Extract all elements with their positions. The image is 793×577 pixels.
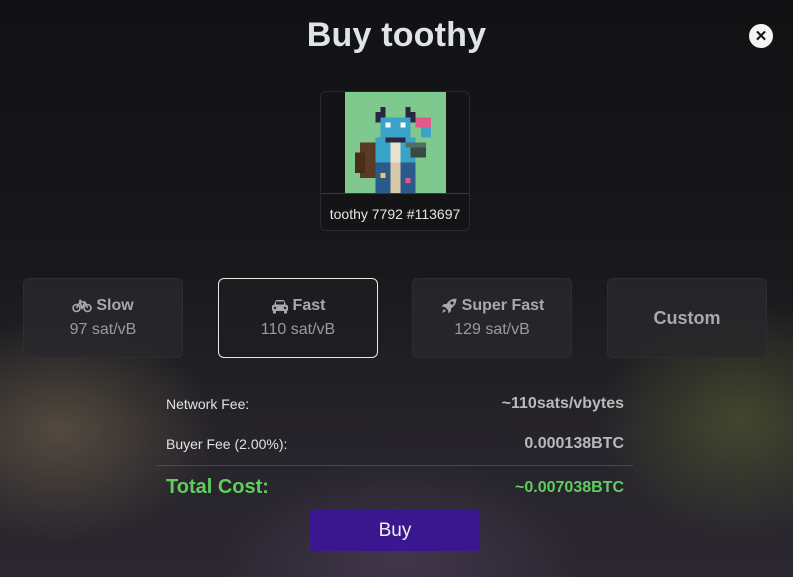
fee-option-rate: 97 sat/vB [69,321,137,338]
car-icon [271,299,289,314]
network-fee-value: ~110sats/vbytes [501,395,624,412]
fee-option-label: Fast [292,297,326,314]
bicycle-icon [72,299,93,313]
buyer-fee-row: Buyer Fee (2.00%): 0.000138BTC [166,435,624,453]
buy-button[interactable]: Buy [310,510,480,551]
fee-option-label: Slow [96,297,134,314]
fee-option-label: Custom [653,307,721,328]
fee-option-rate: 129 sat/vB [454,321,530,338]
fee-option-custom[interactable]: Custom [607,278,767,358]
pixel-art-toothy-image [345,92,446,193]
buyer-fee-value: 0.000138BTC [524,435,624,452]
close-icon: ✕ [754,27,768,45]
nft-divider [321,193,469,194]
nft-card: toothy 7792 #113697 [320,91,470,231]
fee-option-slow[interactable]: Slow 97 sat/vB [23,278,183,358]
total-cost-label: Total Cost: [166,476,269,498]
fee-option-fast[interactable]: Fast 110 sat/vB [218,278,378,358]
fee-option-label: Super Fast [461,297,545,314]
buyer-fee-label: Buyer Fee (2.00%): [166,436,288,452]
total-cost-value: ~0.007038BTC [515,478,624,496]
close-button[interactable]: ✕ [749,24,773,48]
page-title: Buy toothy [306,16,487,54]
rocket-icon [440,297,458,315]
summary-divider [157,465,633,466]
nft-name: toothy 7792 #113697 [329,206,461,222]
network-fee-row: Network Fee: ~110sats/vbytes [166,395,624,413]
fee-option-super-fast[interactable]: Super Fast 129 sat/vB [412,278,572,358]
fee-option-rate: 110 sat/vB [260,321,336,338]
total-cost-row: Total Cost: ~0.007038BTC [166,476,624,499]
network-fee-label: Network Fee: [166,396,250,412]
